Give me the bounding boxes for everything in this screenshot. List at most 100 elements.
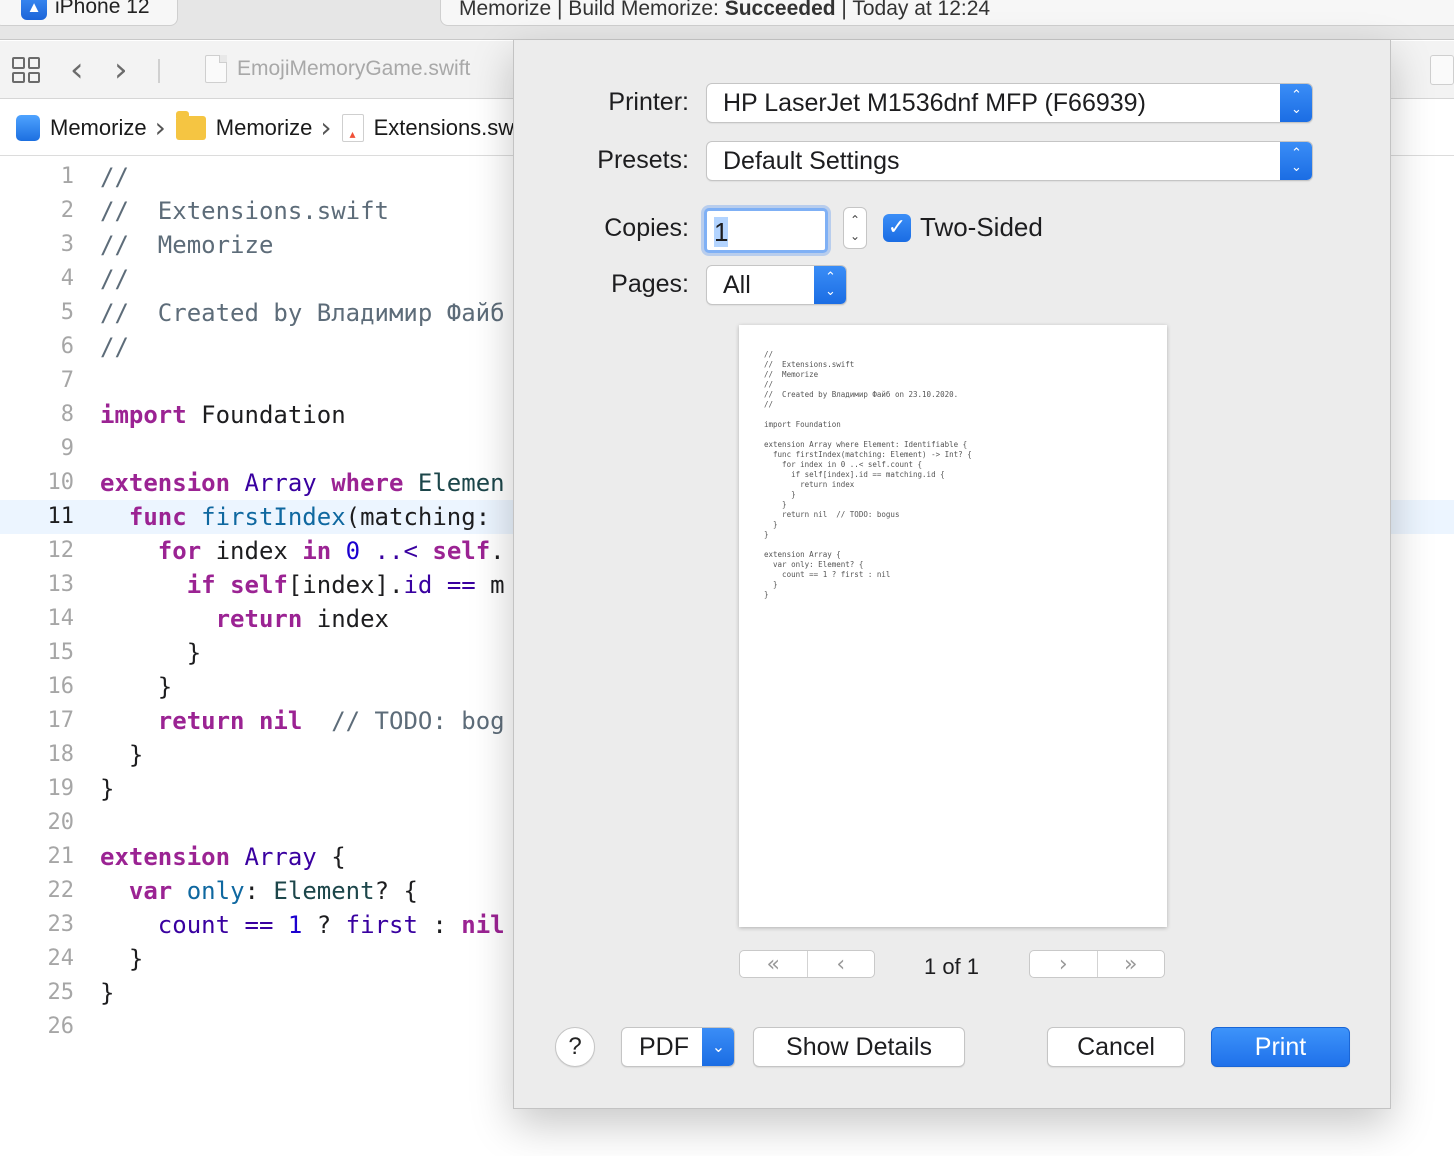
code-token: func — [128, 503, 187, 531]
line-number: 23 — [47, 912, 75, 937]
code-token: // — [100, 163, 129, 191]
code-text: // Created by Владимир Файб — [100, 296, 505, 330]
show-details-button[interactable]: Show Details — [753, 1027, 965, 1067]
forward-arrow-icon[interactable]: › — [114, 50, 128, 90]
code-token: var — [128, 877, 173, 905]
chevron-up-down-icon: ⌃ ⌄ — [1280, 142, 1312, 180]
code-token: 1 — [287, 911, 303, 939]
window-titlebar: ▲ iPhone 12 Memorize | Build Memorize: S… — [0, 0, 1454, 40]
code-text: return nil // TODO: bog — [100, 704, 505, 738]
code-token: } — [100, 741, 144, 769]
breadcrumb-project[interactable]: Memorize — [16, 114, 147, 141]
previous-page-button[interactable]: ‹ — [806, 951, 875, 977]
folder-icon — [175, 110, 206, 140]
print-preview-page: // // Extensions.swift // Memorize // //… — [739, 325, 1167, 927]
code-token: for — [157, 537, 202, 565]
last-page-button[interactable]: » — [1096, 951, 1165, 977]
presets-label: Presets: — [597, 146, 689, 174]
code-token: // Memorize — [100, 231, 274, 259]
two-sided-checkbox[interactable]: ✓ — [883, 214, 911, 242]
code-text: return index — [100, 602, 389, 636]
line-number: 6 — [60, 334, 74, 359]
line-number: 26 — [47, 1014, 75, 1039]
code-token: // TODO: bog — [302, 707, 505, 735]
line-number: 19 — [47, 776, 75, 801]
chevron-right-icon: › — [154, 111, 166, 144]
code-text: } — [100, 976, 114, 1010]
line-number: 10 — [47, 470, 75, 495]
line-number: 20 — [47, 810, 75, 835]
related-items-icon[interactable] — [12, 57, 40, 83]
copies-stepper[interactable]: ⌃ ⌄ — [843, 207, 867, 249]
first-page-button[interactable]: « — [740, 951, 807, 977]
code-text: extension Array where Elemen — [100, 466, 505, 500]
help-button[interactable]: ? — [555, 1027, 595, 1067]
pdf-menu-button[interactable]: PDF ⌄ — [621, 1027, 735, 1067]
code-token: nil — [461, 911, 505, 939]
code-token: // Extensions.swift — [100, 197, 389, 225]
line-number: 14 — [47, 606, 75, 631]
code-text: func firstIndex(matching: — [100, 500, 505, 534]
code-token: } — [100, 945, 144, 973]
line-number: 15 — [47, 640, 75, 665]
swift-file-icon[interactable] — [1430, 55, 1454, 85]
breadcrumb-file[interactable]: ▴ Extensions.swift — [341, 113, 531, 142]
line-number: 18 — [47, 742, 75, 767]
code-token: return — [157, 707, 245, 735]
activity-suffix: | Today at 12:24 — [835, 0, 991, 20]
code-token: Element — [273, 877, 375, 905]
presets-select[interactable]: Default Settings ⌃ ⌄ — [706, 141, 1313, 181]
breadcrumb-folder[interactable]: Memorize — [175, 110, 313, 141]
line-number: 5 — [60, 300, 74, 325]
code-token: extension — [100, 469, 231, 497]
code-token: } — [100, 673, 173, 701]
cancel-button[interactable]: Cancel — [1047, 1027, 1185, 1067]
next-page-button[interactable]: › — [1030, 951, 1097, 977]
tab-emoji-memory-game[interactable]: EmojiMemoryGame.swift — [205, 55, 470, 83]
chevron-up-down-icon: ⌃ ⌄ — [1280, 84, 1312, 122]
line-number: 12 — [47, 538, 75, 563]
code-token: . — [490, 537, 505, 565]
code-token: import — [100, 401, 187, 429]
print-dialog: Printer: HP LaserJet M1536dnf MFP (F6693… — [513, 40, 1391, 1109]
code-token: Array — [244, 469, 317, 497]
copies-field[interactable]: 1 — [704, 208, 828, 253]
chevron-down-icon: ⌄ — [702, 1028, 734, 1066]
code-token: m — [475, 571, 505, 599]
code-token: id — [403, 571, 433, 599]
printer-select[interactable]: HP LaserJet M1536dnf MFP (F66939) ⌃ ⌄ — [706, 83, 1313, 123]
code-token: [index]. — [287, 571, 404, 599]
line-number: 25 — [47, 980, 75, 1005]
swift-file-icon — [205, 55, 227, 83]
pager-forward-group: › » — [1029, 950, 1165, 978]
pages-label: Pages: — [611, 270, 689, 298]
presets-value: Default Settings — [723, 147, 900, 175]
code-token: == — [446, 571, 476, 599]
scheme-device-label: iPhone 12 — [55, 0, 150, 18]
line-number: 1 — [60, 164, 74, 189]
pages-select[interactable]: All ⌃ ⌄ — [706, 265, 847, 305]
back-arrow-icon[interactable]: ‹ — [70, 50, 84, 90]
line-number: 22 — [47, 878, 75, 903]
print-button[interactable]: Print — [1211, 1027, 1350, 1067]
app-icon — [16, 114, 40, 141]
code-text: } — [100, 738, 143, 772]
scheme-selector[interactable]: ▲ iPhone 12 — [0, 0, 178, 26]
copies-label: Copies: — [604, 214, 689, 242]
code-token: firstIndex — [201, 503, 346, 531]
code-token: index — [302, 605, 389, 633]
line-number: 7 — [60, 368, 74, 393]
code-token: self — [230, 571, 288, 599]
breadcrumb-label: Memorize — [215, 114, 313, 140]
code-text: for index in 0 ..< self. — [100, 534, 505, 568]
line-number: 17 — [47, 708, 75, 733]
